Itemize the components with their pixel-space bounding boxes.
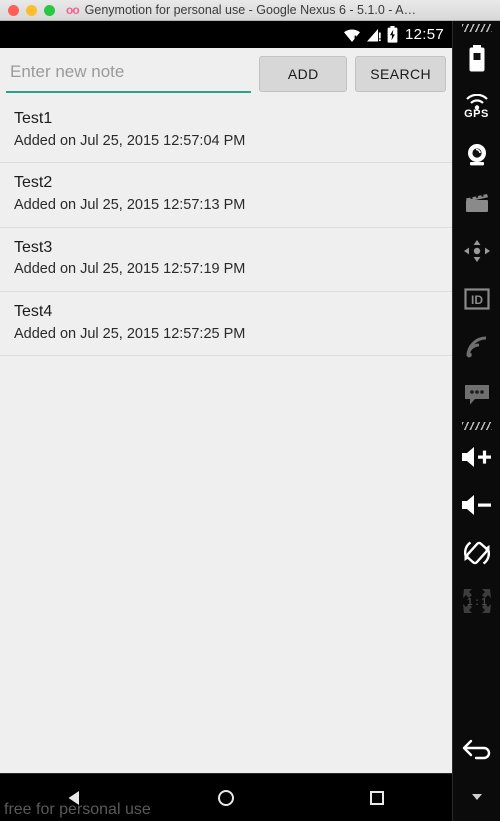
note-timestamp: Added on Jul 25, 2015 12:57:25 PM xyxy=(14,325,246,342)
close-button[interactable] xyxy=(8,4,19,16)
search-button[interactable]: SEARCH xyxy=(355,55,446,92)
video-record-icon[interactable] xyxy=(453,179,500,227)
drag-handle-icon-2[interactable] xyxy=(453,419,500,433)
window-titlebar: oo Genymotion for personal use - Google … xyxy=(0,0,500,21)
sms-icon[interactable] xyxy=(453,371,500,419)
volume-down-icon[interactable] xyxy=(453,481,500,529)
note-timestamp: Added on Jul 25, 2015 12:57:13 PM xyxy=(14,196,246,213)
rotate-icon[interactable] xyxy=(453,529,500,577)
zoom-button[interactable] xyxy=(44,4,55,16)
network-icon[interactable] xyxy=(453,323,500,371)
accelerometer-icon[interactable] xyxy=(453,227,500,275)
list-item[interactable]: Test3 Added on Jul 25, 2015 12:57:19 PM xyxy=(0,228,452,293)
new-note-input[interactable] xyxy=(6,54,252,93)
nav-home-button[interactable] xyxy=(196,774,256,821)
status-clock: 12:57 xyxy=(404,26,444,43)
drag-handle-icon[interactable] xyxy=(453,21,500,35)
new-note-toolbar: ADD SEARCH xyxy=(0,48,452,99)
zoom-ratio-label: 1 : 1 xyxy=(466,597,486,608)
battery-charging-icon xyxy=(387,26,398,43)
android-status-bar: 12:57 xyxy=(0,21,452,48)
device-screen: 12:57 ADD SEARCH Test1 Added on Jul 25, … xyxy=(0,21,452,821)
gps-label: GPS xyxy=(464,108,489,120)
genymotion-window: oo Genymotion for personal use - Google … xyxy=(0,0,500,821)
gps-icon[interactable]: GPS xyxy=(453,83,500,131)
note-title: Test1 xyxy=(14,110,53,127)
list-item[interactable]: Test4 Added on Jul 25, 2015 12:57:25 PM xyxy=(0,292,452,357)
window-title: Genymotion for personal use - Google Nex… xyxy=(84,3,417,17)
note-timestamp: Added on Jul 25, 2015 12:57:04 PM xyxy=(14,132,246,149)
android-nav-bar: free for personal use xyxy=(0,773,452,821)
note-title: Test3 xyxy=(14,238,53,256)
window-controls xyxy=(0,4,55,16)
list-item[interactable]: Test2 Added on Jul 25, 2015 12:57:13 PM xyxy=(0,163,452,228)
nav-back-button[interactable] xyxy=(45,774,105,821)
svg-text:ID: ID xyxy=(471,293,483,307)
note-list: Test1 Added on Jul 25, 2015 12:57:04 PM … xyxy=(0,99,452,357)
nav-recents-button[interactable] xyxy=(347,774,407,821)
add-button[interactable]: ADD xyxy=(259,55,348,92)
back-icon[interactable] xyxy=(453,725,500,773)
note-timestamp: Added on Jul 25, 2015 12:57:19 PM xyxy=(14,261,246,278)
note-title: Test4 xyxy=(14,303,53,321)
cellular-warning-icon xyxy=(366,27,382,43)
identifiers-icon[interactable]: ID xyxy=(453,275,500,323)
genymotion-toolbar: GPS ID 1: 1 xyxy=(452,21,500,821)
zoom-reset-icon[interactable]: 1 : 1 xyxy=(453,577,500,625)
list-item[interactable]: Test1 Added on Jul 25, 2015 12:57:04 PM xyxy=(0,99,452,164)
battery-icon[interactable] xyxy=(453,35,500,83)
note-title: Test2 xyxy=(14,174,53,192)
collapse-icon[interactable] xyxy=(453,773,500,821)
volume-up-icon[interactable] xyxy=(453,433,500,481)
minimize-button[interactable] xyxy=(26,4,37,16)
camera-icon[interactable] xyxy=(453,131,500,179)
genymotion-logo-icon: oo xyxy=(66,3,80,17)
wifi-warning-icon xyxy=(343,27,361,43)
